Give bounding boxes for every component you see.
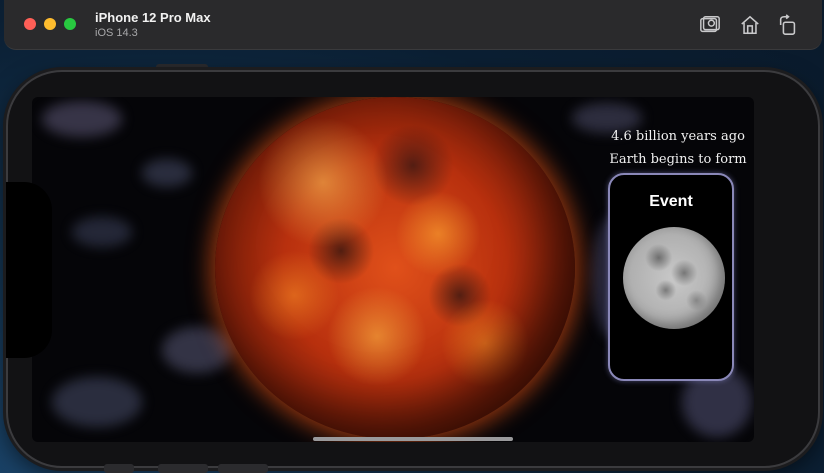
camera-screenshot-icon [700, 16, 720, 33]
nebula-cloud [142, 159, 192, 187]
moon-image [623, 227, 725, 329]
screenshot-button[interactable] [698, 13, 722, 37]
device-name: iPhone 12 Pro Max [95, 10, 211, 25]
timeline-headline: 4.6 billion years ago Earth begins to fo… [604, 125, 752, 171]
close-window-button[interactable] [24, 18, 36, 30]
simulator-title-bar: iPhone 12 Pro Max iOS 14.3 [4, 0, 822, 50]
home-indicator[interactable] [313, 437, 513, 441]
nebula-cloud [162, 327, 232, 373]
molten-earth-image [215, 97, 575, 439]
volume-down-button [218, 464, 268, 473]
app-screen: 4.6 billion years ago Earth begins to fo… [32, 97, 754, 442]
volume-up-button [158, 464, 208, 473]
headline-time: 4.6 billion years ago [611, 129, 745, 144]
headline-description: Earth begins to form [609, 152, 747, 167]
rotate-icon [779, 14, 796, 35]
silent-switch [104, 464, 134, 473]
minimize-window-button[interactable] [44, 18, 56, 30]
home-icon [741, 15, 759, 35]
nebula-cloud [42, 101, 122, 137]
rotate-button[interactable] [776, 13, 800, 37]
nebula-cloud [72, 217, 132, 247]
home-button[interactable] [738, 13, 762, 37]
phone-notch [6, 182, 52, 358]
event-card[interactable]: Event [608, 173, 734, 381]
nebula-cloud [52, 377, 142, 427]
zoom-window-button[interactable] [64, 18, 76, 30]
os-version: iOS 14.3 [95, 27, 138, 39]
event-card-title: Event [649, 193, 693, 210]
